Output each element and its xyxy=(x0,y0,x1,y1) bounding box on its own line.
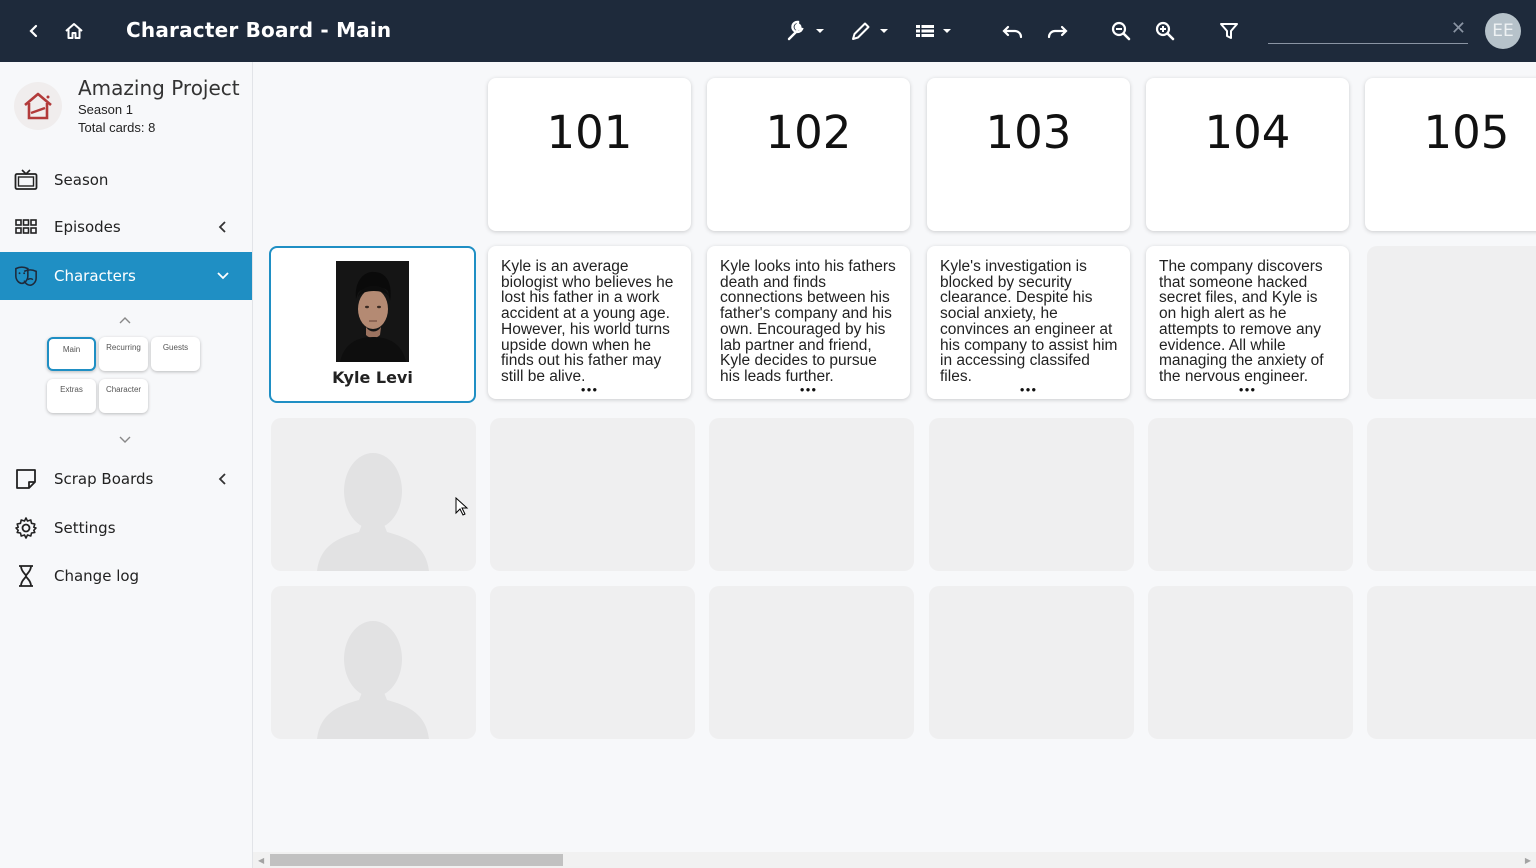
filter-icon[interactable] xyxy=(1217,19,1241,43)
project-season: Season 1 xyxy=(78,102,133,117)
empty-story-slot[interactable] xyxy=(1367,246,1536,399)
theater-masks-icon xyxy=(14,264,38,288)
nav-characters[interactable]: Characters xyxy=(0,252,252,300)
episode-card[interactable]: 105 xyxy=(1365,78,1536,231)
story-card[interactable]: Kyle's investigation is blocked by secur… xyxy=(927,246,1130,399)
wrench-icon xyxy=(787,20,804,41)
more-options-icon[interactable]: ●●● xyxy=(488,386,691,394)
story-text: Kyle looks into his fathers death and fi… xyxy=(720,258,896,385)
scroll-left-arrow-icon[interactable]: ◀ xyxy=(258,856,264,865)
home-icon[interactable] xyxy=(62,19,86,43)
chevron-left-icon xyxy=(216,472,230,486)
project-card-count: Total cards: 8 xyxy=(78,120,156,135)
clear-search-icon[interactable]: ✕ xyxy=(1451,18,1466,39)
episode-card[interactable]: 101 xyxy=(488,78,691,231)
scrollbar-thumb[interactable] xyxy=(270,854,563,866)
character-card[interactable]: Kyle Levi xyxy=(269,246,476,403)
episode-number: 103 xyxy=(985,106,1072,159)
episode-number: 104 xyxy=(1204,106,1291,159)
story-card[interactable]: Kyle is an average biologist who believe… xyxy=(488,246,691,399)
story-text: Kyle's investigation is blocked by secur… xyxy=(940,258,1118,385)
scroll-up-chevron-icon[interactable] xyxy=(118,315,132,325)
project-logo-icon xyxy=(14,82,62,130)
hourglass-icon xyxy=(14,564,38,588)
list-view-icon xyxy=(916,25,934,37)
scroll-right-arrow-icon[interactable]: ▶ xyxy=(1525,856,1531,865)
empty-story-slot[interactable] xyxy=(709,418,914,571)
character-name: Kyle Levi xyxy=(332,368,413,387)
empty-story-slot[interactable] xyxy=(1367,418,1536,571)
empty-story-slot[interactable] xyxy=(1148,418,1353,571)
board-main[interactable]: Main xyxy=(47,337,96,371)
search-input[interactable] xyxy=(1268,18,1448,42)
story-card[interactable]: Kyle looks into his fathers death and fi… xyxy=(707,246,910,399)
more-options-icon[interactable]: ●●● xyxy=(1146,386,1349,394)
empty-character-slot[interactable] xyxy=(271,586,476,739)
gear-icon xyxy=(14,516,38,540)
mouse-cursor-icon xyxy=(455,496,469,522)
nav-season-label: Season xyxy=(54,171,109,189)
tv-icon xyxy=(14,168,38,192)
scroll-down-chevron-icon[interactable] xyxy=(118,435,132,445)
empty-story-slot[interactable] xyxy=(929,418,1134,571)
episode-number: 101 xyxy=(546,106,633,159)
view-menu-button[interactable] xyxy=(914,19,958,43)
sidebar: Amazing Project Season 1 Total cards: 8 … xyxy=(0,62,253,868)
character-photo xyxy=(336,261,409,362)
project-name: Amazing Project xyxy=(78,76,240,100)
grid-icon xyxy=(14,215,38,239)
sticky-note-icon xyxy=(14,467,38,491)
nav-change-log[interactable]: Change log xyxy=(0,552,252,600)
search-field: ✕ xyxy=(1268,18,1468,44)
board-character[interactable]: Character xyxy=(99,379,148,413)
board-extras[interactable]: Extras xyxy=(47,379,96,413)
story-text: The company discovers that someone hacke… xyxy=(1159,258,1324,385)
back-arrow-icon[interactable] xyxy=(22,19,46,43)
redo-icon[interactable] xyxy=(1045,19,1069,43)
undo-icon[interactable] xyxy=(1001,19,1025,43)
episode-number: 102 xyxy=(765,106,852,159)
nav-episodes-label: Episodes xyxy=(54,218,121,236)
nav-change-log-label: Change log xyxy=(54,567,140,585)
episode-card[interactable]: 102 xyxy=(707,78,910,231)
horizontal-scrollbar[interactable]: ◀ ▶ xyxy=(253,852,1536,868)
nav-season[interactable]: Season xyxy=(0,156,252,204)
story-text: Kyle is an average biologist who believe… xyxy=(501,258,674,385)
person-placeholder-icon xyxy=(317,621,429,739)
empty-story-slot[interactable] xyxy=(490,586,695,739)
empty-story-slot[interactable] xyxy=(490,418,695,571)
episode-card[interactable]: 103 xyxy=(927,78,1130,231)
edit-menu-button[interactable] xyxy=(850,19,894,43)
empty-character-slot[interactable] xyxy=(271,418,476,571)
zoom-in-icon[interactable] xyxy=(1153,19,1177,43)
board-recurring[interactable]: Recurring xyxy=(99,337,148,371)
episode-card[interactable]: 104 xyxy=(1146,78,1349,231)
empty-story-slot[interactable] xyxy=(709,586,914,739)
pencil-icon xyxy=(852,22,870,40)
more-options-icon[interactable]: ●●● xyxy=(927,386,1130,394)
empty-story-slot[interactable] xyxy=(929,586,1134,739)
tools-menu-button[interactable] xyxy=(785,19,829,43)
nav-scrap-boards-label: Scrap Boards xyxy=(54,470,154,488)
top-bar: Character Board - Main ✕ EE xyxy=(0,0,1536,62)
nav-episodes[interactable]: Episodes xyxy=(0,203,252,251)
nav-settings-label: Settings xyxy=(54,519,116,537)
empty-story-slot[interactable] xyxy=(1367,586,1536,739)
episode-number: 105 xyxy=(1423,106,1510,159)
avatar[interactable]: EE xyxy=(1485,13,1521,49)
nav-scrap-boards[interactable]: Scrap Boards xyxy=(0,455,252,503)
story-card[interactable]: The company discovers that someone hacke… xyxy=(1146,246,1349,399)
more-options-icon[interactable]: ●●● xyxy=(707,386,910,394)
zoom-out-icon[interactable] xyxy=(1109,19,1133,43)
page-title: Character Board - Main xyxy=(126,18,392,42)
character-board: 101 102 103 104 105 Kyle Levi Kyle is an… xyxy=(253,62,1536,852)
empty-story-slot[interactable] xyxy=(1148,586,1353,739)
nav-settings[interactable]: Settings xyxy=(0,504,252,552)
chevron-left-icon xyxy=(216,220,230,234)
board-guests[interactable]: Guests xyxy=(151,337,200,371)
person-placeholder-icon xyxy=(317,453,429,571)
nav-characters-label: Characters xyxy=(54,267,136,285)
chevron-down-icon xyxy=(216,269,230,283)
